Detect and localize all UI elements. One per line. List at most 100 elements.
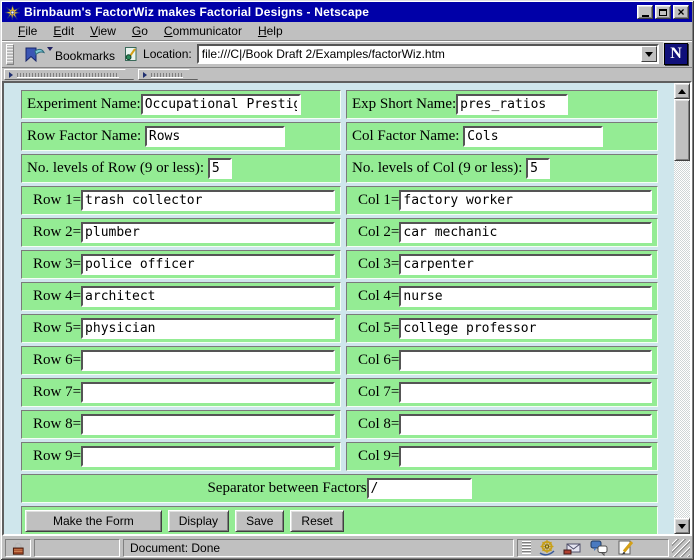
- location-input[interactable]: [199, 46, 641, 62]
- toolbar-grip[interactable]: [6, 44, 14, 65]
- row-level-cell: Row 2=: [21, 218, 341, 247]
- row-factor-name-cell: Row Factor Name:: [21, 122, 341, 151]
- row-level-cell: Row 6=: [21, 346, 341, 375]
- status-message-panel: Document: Done: [123, 539, 514, 557]
- row-level-input[interactable]: [81, 254, 335, 275]
- minimize-icon: [642, 15, 649, 17]
- row-level-cell: Row 3=: [21, 250, 341, 279]
- window-controls: ×: [637, 5, 689, 19]
- col-level-label: Col 6=: [352, 352, 399, 369]
- minimize-button[interactable]: [637, 5, 653, 19]
- row-factor-name-label: Row Factor Name:: [27, 128, 145, 145]
- col-level-cell: Col 6=: [346, 346, 658, 375]
- collapsed-navigation-toolbar-tab[interactable]: [4, 69, 134, 80]
- col-level-input[interactable]: [399, 350, 652, 371]
- factor-level-row: Row 7= Col 7=: [21, 378, 658, 407]
- make-the-form-button[interactable]: Make the Form: [25, 510, 162, 532]
- factor-level-row: Row 3=Col 3=: [21, 250, 658, 279]
- window-resize-grip[interactable]: [672, 539, 690, 557]
- col-level-input[interactable]: [399, 446, 652, 467]
- close-button[interactable]: ×: [673, 5, 689, 19]
- col-level-label: Col 4=: [352, 288, 399, 305]
- scroll-up-button[interactable]: [674, 83, 690, 99]
- separator-input[interactable]: [367, 478, 472, 499]
- row-levels-input[interactable]: [208, 158, 232, 179]
- netscape-spark-icon: [5, 5, 20, 20]
- row-level-label: Row 2=: [27, 224, 81, 241]
- bookmark-icon: [23, 46, 45, 63]
- scrollbar-thumb[interactable]: [674, 99, 690, 161]
- progress-panel: [34, 539, 120, 557]
- reset-button[interactable]: Reset: [290, 510, 343, 532]
- menu-edit[interactable]: Edit: [45, 22, 82, 40]
- window-title: Birnbaum's FactorWiz makes Factorial Des…: [24, 5, 633, 19]
- collapsed-personal-toolbar-tab[interactable]: [138, 69, 198, 80]
- row-level-label: Row 7=: [27, 384, 81, 401]
- col-level-cell: Col 9=: [346, 442, 658, 471]
- experiment-name-label: Experiment Name:: [27, 96, 141, 113]
- collapsed-toolbar-strip: [2, 68, 692, 81]
- security-panel[interactable]: [5, 539, 31, 557]
- col-level-input[interactable]: [399, 382, 652, 403]
- col-level-input[interactable]: [399, 190, 652, 211]
- col-level-input[interactable]: [399, 414, 652, 435]
- menu-help[interactable]: Help: [250, 22, 291, 40]
- component-bar-grip[interactable]: [522, 541, 531, 554]
- row-level-input[interactable]: [81, 190, 335, 211]
- mailbox-icon[interactable]: [563, 539, 583, 556]
- row-level-label: Row 4=: [27, 288, 81, 305]
- scroll-down-button[interactable]: [674, 518, 690, 534]
- page-proxy-icon[interactable]: [124, 46, 138, 62]
- levels-row: No. levels of Row (9 or less): No. level…: [21, 154, 658, 183]
- name-row: Experiment Name: Exp Short Name:: [21, 90, 658, 119]
- menu-go[interactable]: Go: [124, 22, 156, 40]
- menu-file[interactable]: File: [10, 22, 45, 40]
- col-level-input[interactable]: [399, 318, 652, 339]
- exp-short-name-input[interactable]: [456, 94, 568, 115]
- exp-short-name-label: Exp Short Name:: [352, 96, 456, 113]
- row-level-label: Row 1=: [27, 192, 81, 209]
- col-level-label: Col 7=: [352, 384, 399, 401]
- bookmarks-button[interactable]: Bookmarks: [19, 45, 119, 64]
- row-level-input[interactable]: [81, 222, 335, 243]
- maximize-button[interactable]: [655, 5, 671, 19]
- display-button[interactable]: Display: [168, 510, 229, 532]
- navigator-wheel-icon[interactable]: [537, 539, 557, 556]
- row-level-input[interactable]: [81, 446, 335, 467]
- discussions-icon[interactable]: [589, 539, 609, 556]
- experiment-name-input[interactable]: [141, 94, 301, 115]
- row-level-cell: Row 4=: [21, 282, 341, 311]
- vertical-scrollbar[interactable]: [674, 83, 690, 534]
- row-level-input[interactable]: [81, 286, 335, 307]
- col-levels-input[interactable]: [526, 158, 550, 179]
- col-level-input[interactable]: [399, 286, 652, 307]
- location-dropdown-button[interactable]: [641, 46, 657, 62]
- buttons-cell: Make the Form Display Save Reset: [21, 506, 658, 534]
- row-level-input[interactable]: [81, 414, 335, 435]
- exp-short-name-cell: Exp Short Name:: [346, 90, 658, 119]
- row-level-label: Row 5=: [27, 320, 81, 337]
- netscape-logo[interactable]: N: [664, 43, 688, 65]
- col-level-input[interactable]: [399, 254, 652, 275]
- separator-row: Separator between Factors: [21, 474, 658, 503]
- netscape-window: Birnbaum's FactorWiz makes Factorial Des…: [0, 0, 694, 560]
- separator-cell: Separator between Factors: [21, 474, 658, 503]
- row-level-input[interactable]: [81, 318, 335, 339]
- menu-view[interactable]: View: [82, 22, 124, 40]
- row-factor-name-input[interactable]: [145, 126, 285, 147]
- composer-icon[interactable]: [615, 539, 635, 556]
- col-level-cell: Col 2=: [346, 218, 658, 247]
- factor-name-row: Row Factor Name: Col Factor Name:: [21, 122, 658, 151]
- expand-arrow-icon: [9, 72, 13, 78]
- row-level-input[interactable]: [81, 350, 335, 371]
- col-level-input[interactable]: [399, 222, 652, 243]
- row-levels-cell: No. levels of Row (9 or less):: [21, 154, 341, 183]
- location-dropdown-arrow: [645, 52, 653, 57]
- save-button[interactable]: Save: [235, 510, 284, 532]
- row-level-input[interactable]: [81, 382, 335, 403]
- menu-communicator[interactable]: Communicator: [156, 22, 250, 40]
- bookmarks-label: Bookmarks: [55, 49, 115, 63]
- col-factor-name-input[interactable]: [463, 126, 603, 147]
- factor-level-row: Row 6= Col 6=: [21, 346, 658, 375]
- row-levels-label: No. levels of Row (9 or less):: [27, 160, 208, 177]
